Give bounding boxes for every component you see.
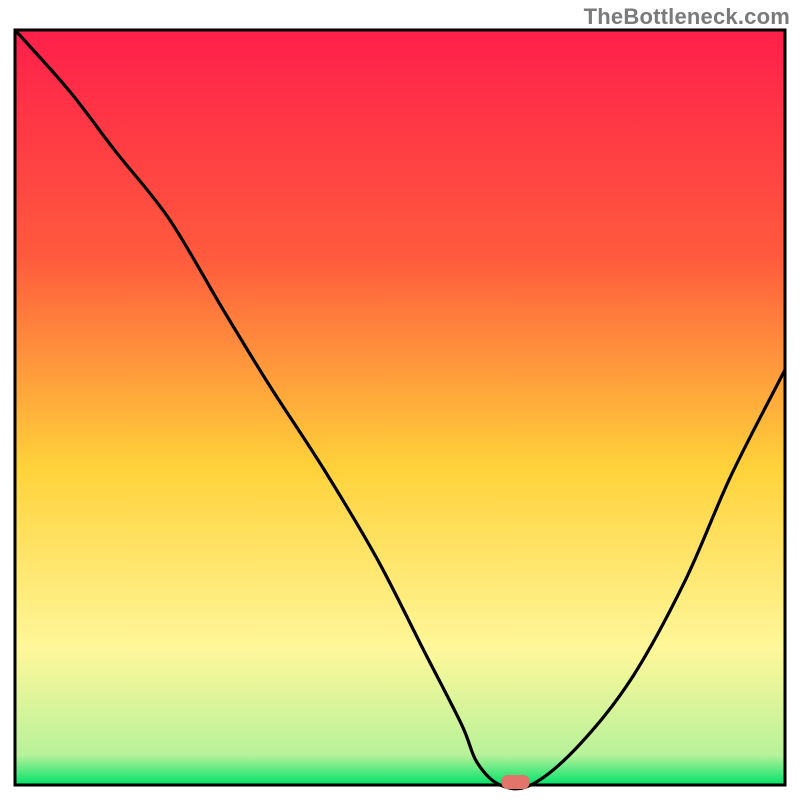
gradient-background [15, 30, 785, 785]
chart-stage: TheBottleneck.com [0, 0, 800, 800]
optimal-marker [502, 775, 530, 789]
bottleneck-plot [0, 0, 800, 800]
